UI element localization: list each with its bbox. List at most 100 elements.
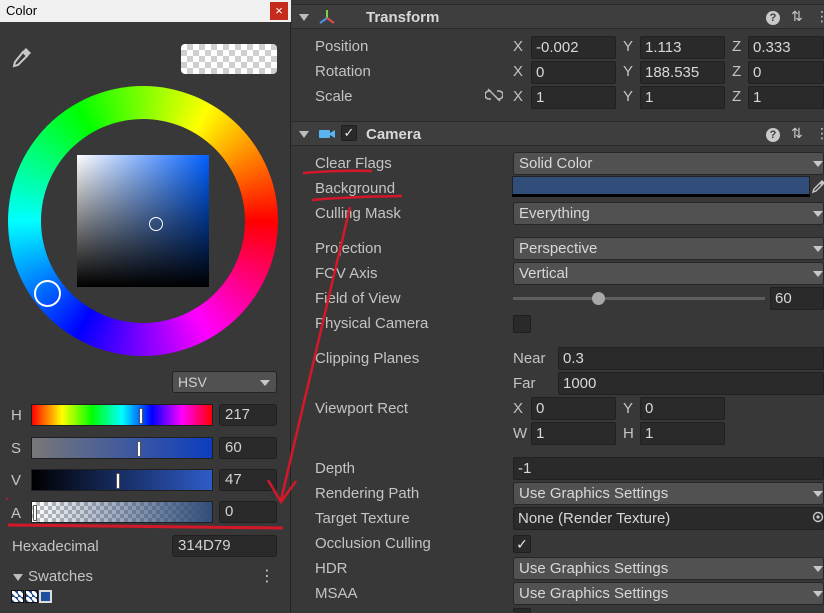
transform-icon (319, 10, 335, 24)
rotation-z-field[interactable]: 0 (748, 61, 824, 84)
rendering-path-value: Use Graphics Settings (519, 485, 669, 502)
scale-x-field[interactable]: 1 (531, 86, 616, 109)
projection-label: Projection (315, 240, 382, 257)
position-label: Position (315, 38, 369, 55)
saturation-slider[interactable] (31, 437, 213, 459)
hue-cursor[interactable] (34, 280, 61, 307)
saturation-label: S (11, 440, 22, 457)
axis-z-label: Z (732, 63, 742, 80)
help-icon[interactable]: ? (766, 128, 780, 142)
more-icon[interactable]: ⋮ (815, 8, 824, 25)
near-clip-field[interactable]: 0.3 (558, 347, 824, 370)
object-picker-icon[interactable] (812, 511, 824, 523)
presets-icon[interactable]: ⇅ (791, 125, 803, 142)
saturation-value-field[interactable]: 60 (219, 437, 277, 459)
far-clip-field[interactable]: 1000 (558, 372, 824, 395)
rotation-x-field[interactable]: 0 (531, 61, 616, 84)
chevron-down-icon (813, 246, 823, 252)
field-of-view-slider[interactable] (513, 297, 765, 300)
scale-z-field[interactable]: 1 (748, 86, 824, 109)
chevron-down-icon (813, 161, 823, 167)
presets-icon[interactable]: ⇅ (791, 8, 803, 25)
transform-foldout-icon[interactable] (299, 14, 309, 21)
swatches-label: Swatches (28, 568, 94, 585)
background-color-field[interactable] (512, 176, 810, 196)
more-icon[interactable]: ⋮ (815, 125, 824, 142)
depth-field[interactable]: -1 (513, 457, 824, 480)
swatch-item[interactable] (11, 590, 24, 603)
eyedropper-icon[interactable] (10, 45, 34, 69)
msaa-dropdown[interactable]: Use Graphics Settings (513, 582, 824, 605)
inspector-panel: Transform ? ⇅ ⋮ Position X -0.002 Y 1.11… (292, 0, 824, 613)
chevron-down-icon (813, 591, 823, 597)
swatch-item[interactable] (25, 590, 38, 603)
hexadecimal-field[interactable]: 314D79 (172, 535, 277, 557)
position-x-field[interactable]: -0.002 (531, 36, 616, 59)
fov-axis-dropdown[interactable]: Vertical (513, 262, 824, 285)
alpha-label: A (11, 505, 22, 522)
clear-flags-dropdown[interactable]: Solid Color (513, 152, 824, 175)
axis-y-label: Y (623, 88, 634, 105)
color-mode-value: HSV (178, 374, 207, 390)
viewport-x-field[interactable]: 0 (531, 397, 616, 420)
projection-dropdown[interactable]: Perspective (513, 237, 824, 260)
background-alpha-bar (512, 194, 810, 197)
constrain-proportions-icon[interactable] (485, 88, 503, 102)
viewport-h-field[interactable]: 1 (640, 422, 725, 445)
msaa-label: MSAA (315, 585, 358, 602)
field-of-view-label: Field of View (315, 290, 401, 307)
color-mode-dropdown[interactable]: HSV (172, 371, 277, 393)
axis-w-label: W (513, 425, 528, 442)
saturation-value-square[interactable] (77, 155, 209, 287)
position-z-field[interactable]: 0.333 (748, 36, 824, 59)
target-texture-field[interactable]: None (Render Texture) (513, 507, 824, 530)
color-window-titlebar[interactable]: Color × (0, 0, 291, 22)
value-slider-thumb[interactable] (116, 473, 120, 489)
axis-x-label: X (513, 88, 524, 105)
eyedropper-icon[interactable] (812, 179, 824, 195)
value-label: V (11, 472, 22, 489)
alpha-value-field[interactable]: 0 (219, 501, 277, 523)
hue-slider[interactable] (31, 404, 213, 426)
msaa-value: Use Graphics Settings (519, 585, 669, 602)
value-slider[interactable] (31, 469, 213, 491)
color-picker-window: Color × HSV H 217 S 60 V 47 A 0 Hexadeci… (0, 0, 291, 613)
value-value-field[interactable]: 47 (219, 469, 277, 491)
help-icon[interactable]: ? (766, 11, 780, 25)
swatches-foldout-icon[interactable] (13, 574, 23, 581)
hue-value-field[interactable]: 217 (219, 404, 277, 426)
alpha-slider-thumb[interactable] (33, 505, 37, 521)
field-of-view-slider-thumb[interactable] (592, 292, 605, 305)
culling-mask-dropdown[interactable]: Everything (513, 202, 824, 225)
field-of-view-field[interactable]: 60 (770, 287, 824, 310)
swatches-menu-icon[interactable]: ⋮ (259, 566, 275, 586)
hexadecimal-label: Hexadecimal (12, 538, 99, 555)
alpha-slider[interactable] (31, 501, 213, 523)
sv-cursor[interactable] (149, 217, 163, 231)
axis-x-label: X (513, 38, 524, 55)
physical-camera-checkbox[interactable] (513, 315, 531, 333)
camera-foldout-icon[interactable] (299, 131, 309, 138)
hdr-dropdown[interactable]: Use Graphics Settings (513, 557, 824, 580)
camera-header[interactable]: ✓ Camera ? ⇅ ⋮ (292, 121, 824, 146)
hue-slider-thumb[interactable] (139, 408, 143, 424)
camera-icon (319, 130, 335, 138)
next-row-checkbox[interactable] (513, 608, 531, 613)
rotation-y-field[interactable]: 188.535 (640, 61, 725, 84)
viewport-w-field[interactable]: 1 (531, 422, 616, 445)
camera-enabled-checkbox[interactable]: ✓ (341, 125, 357, 141)
scale-y-field[interactable]: 1 (640, 86, 725, 109)
chevron-down-icon (813, 491, 823, 497)
axis-y-label: Y (623, 400, 634, 417)
background-label: Background (315, 180, 396, 197)
hue-label: H (11, 407, 22, 424)
transform-header[interactable]: Transform ? ⇅ ⋮ (292, 4, 824, 29)
position-y-field[interactable]: 1.113 (640, 36, 725, 59)
viewport-y-field[interactable]: 0 (640, 397, 725, 420)
rendering-path-dropdown[interactable]: Use Graphics Settings (513, 482, 824, 505)
close-icon[interactable]: × (270, 2, 288, 20)
occlusion-culling-checkbox[interactable]: ✓ (513, 535, 531, 553)
fov-axis-label: FOV Axis (315, 265, 378, 282)
saturation-slider-thumb[interactable] (137, 441, 141, 457)
swatch-item[interactable] (39, 590, 52, 603)
